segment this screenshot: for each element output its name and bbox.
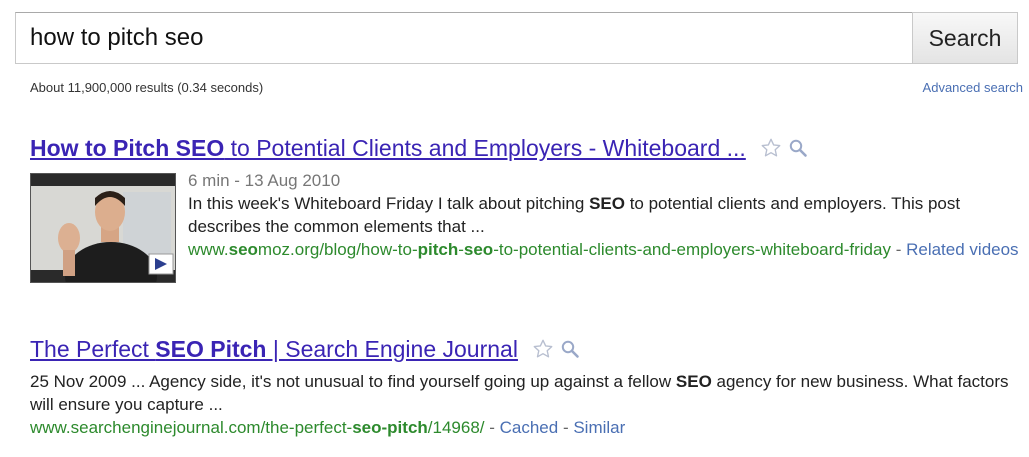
search-bar: Search bbox=[15, 12, 1018, 64]
result-actions bbox=[532, 338, 580, 360]
magnifier-icon[interactable] bbox=[788, 138, 808, 158]
result-title-text: The Perfect bbox=[30, 335, 156, 362]
result-url: www.seomoz.org/blog/how-to-pitch-seo-to-… bbox=[188, 240, 891, 259]
star-icon[interactable] bbox=[532, 338, 554, 360]
result-title-link[interactable]: How to Pitch SEO to Potential Clients an… bbox=[30, 135, 746, 162]
video-thumbnail-image bbox=[31, 174, 175, 282]
result-snippet: In this week's Whiteboard Friday I talk … bbox=[188, 194, 961, 236]
result-title-text: to Potential Clients and Employers - Whi… bbox=[224, 134, 746, 161]
separator: - bbox=[484, 418, 500, 437]
star-icon[interactable] bbox=[760, 137, 782, 159]
results-stats-row: About 11,900,000 results (0.34 seconds) … bbox=[30, 80, 1023, 98]
result-title-bold: SEO Pitch bbox=[155, 335, 267, 362]
result-text: 6 min - 13 Aug 2010 In this week's White… bbox=[188, 169, 1019, 283]
separator: - bbox=[558, 418, 574, 437]
result-title-link[interactable]: The Perfect SEO Pitch | Search Engine Jo… bbox=[30, 336, 518, 363]
magnifier-icon[interactable] bbox=[560, 339, 580, 359]
result-snippet: 25 Nov 2009 ... Agency side, it's not un… bbox=[30, 372, 1009, 414]
search-result: The Perfect SEO Pitch | Search Engine Jo… bbox=[30, 334, 1019, 439]
video-thumbnail[interactable] bbox=[30, 173, 176, 283]
result-url-line: www.seomoz.org/blog/how-to-pitch-seo-to-… bbox=[188, 238, 1019, 261]
similar-link[interactable]: Similar bbox=[573, 418, 625, 437]
result-text: 25 Nov 2009 ... Agency side, it's not un… bbox=[30, 370, 1019, 439]
result-title-bold: How to Pitch SEO bbox=[30, 134, 225, 161]
result-title-line: The Perfect SEO Pitch | Search Engine Jo… bbox=[30, 334, 1019, 364]
result-body: 6 min - 13 Aug 2010 In this week's White… bbox=[30, 169, 1019, 283]
result-meta: 6 min - 13 Aug 2010 bbox=[188, 171, 341, 190]
result-url-line: www.searchenginejournal.com/the-perfect-… bbox=[30, 416, 1019, 439]
results-count: About 11,900,000 results (0.34 seconds) bbox=[30, 80, 264, 95]
separator: - bbox=[890, 240, 907, 259]
result-actions bbox=[760, 137, 808, 159]
result-title-line: How to Pitch SEO to Potential Clients an… bbox=[30, 133, 1019, 163]
search-result: How to Pitch SEO to Potential Clients an… bbox=[30, 133, 1019, 283]
result-url: www.searchenginejournal.com/the-perfect-… bbox=[30, 418, 485, 437]
related-videos-link[interactable]: Related videos bbox=[906, 240, 1018, 259]
search-input[interactable] bbox=[15, 12, 912, 64]
cached-link[interactable]: Cached bbox=[500, 418, 559, 437]
result-title-text: | Search Engine Journal bbox=[266, 335, 518, 362]
search-button[interactable]: Search bbox=[912, 12, 1018, 64]
advanced-search-link[interactable]: Advanced search bbox=[923, 80, 1023, 95]
